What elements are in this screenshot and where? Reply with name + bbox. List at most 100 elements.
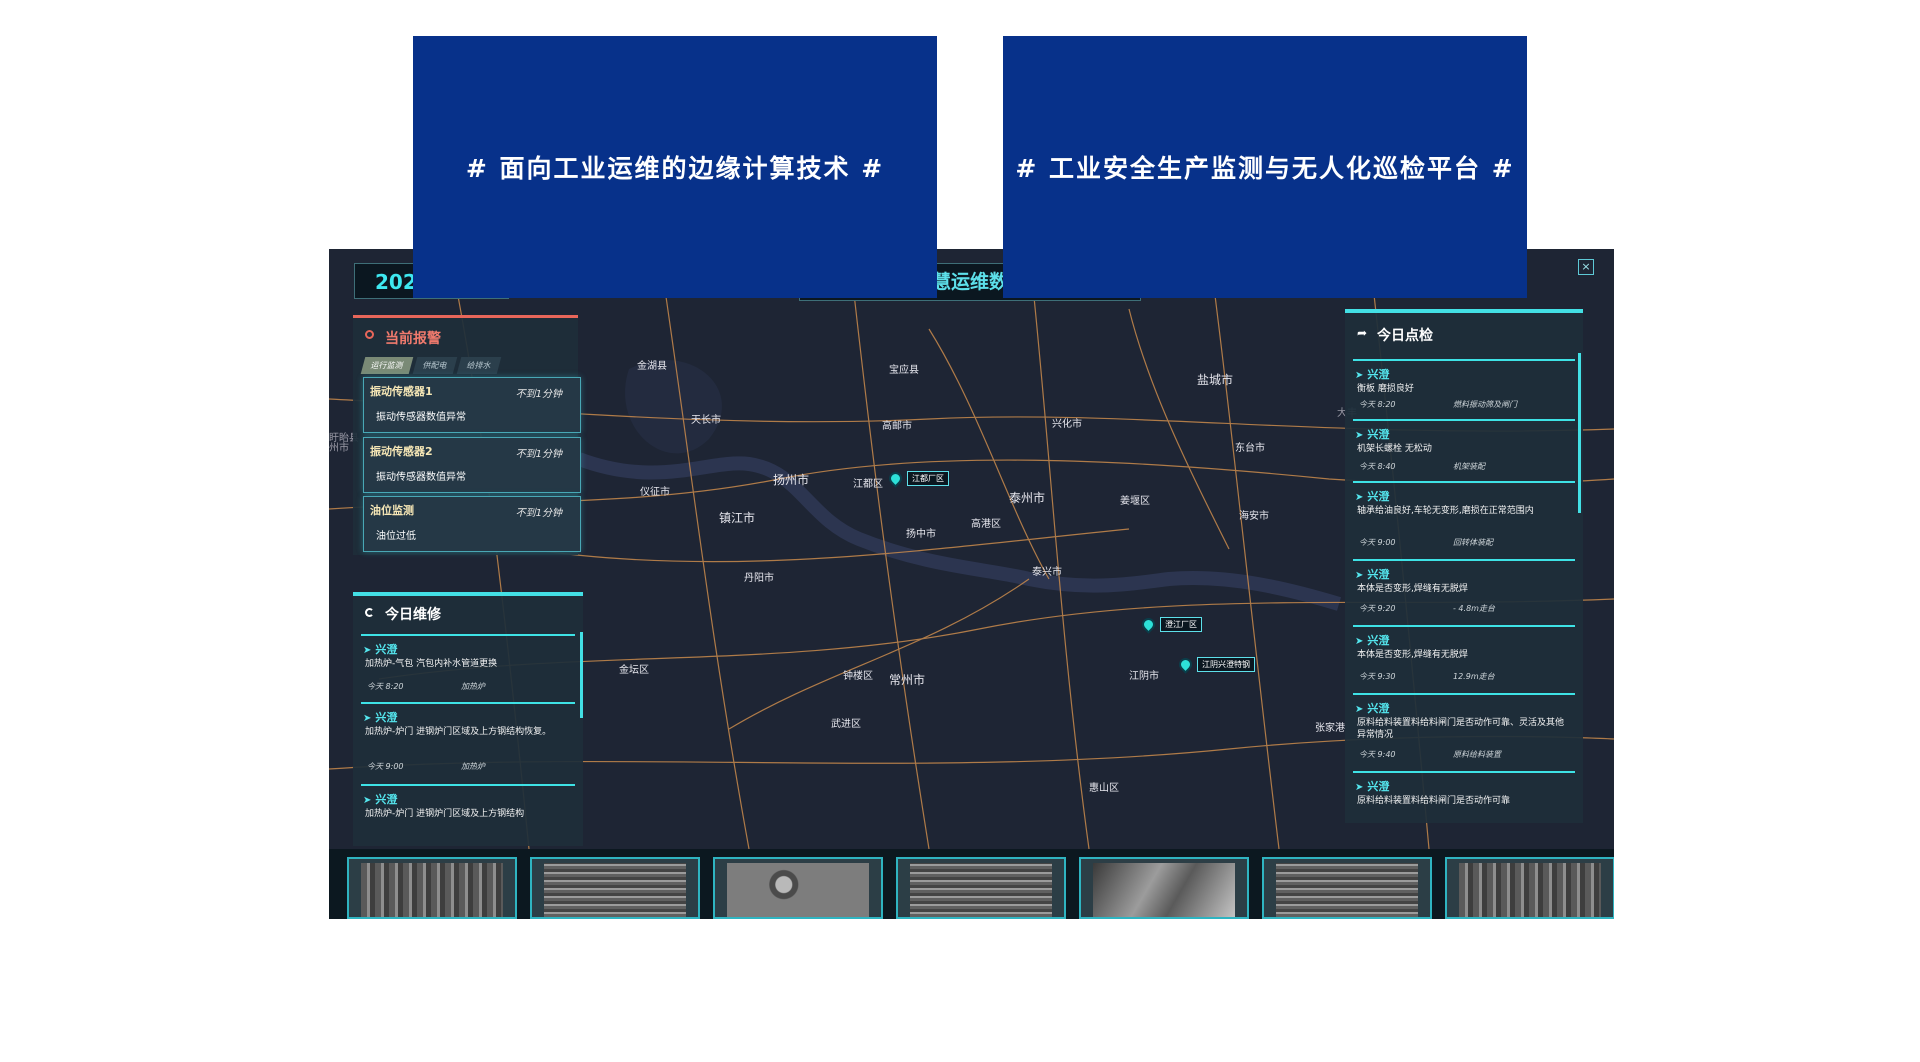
tab-operation-monitoring[interactable]: 运行监测 bbox=[360, 357, 414, 374]
inspection-time: 今天 9:30 bbox=[1359, 672, 1396, 681]
alarm-title: 振动传感器1 bbox=[370, 385, 433, 398]
map-label: 天长市 bbox=[691, 415, 721, 426]
map-label: 镇江市 bbox=[719, 511, 756, 525]
maintenance-desc: 加热炉-气包 汽包内补水管道更换 bbox=[365, 659, 498, 669]
map-pin[interactable]: 澄江厂区 bbox=[1139, 615, 1202, 634]
inspection-site: ➤ 兴澄 bbox=[1355, 368, 1390, 381]
inspection-site: ➤ 兴澄 bbox=[1355, 634, 1390, 647]
map-label: 江都区 bbox=[853, 479, 883, 490]
inspection-item[interactable]: ➤ 兴澄 机架长螺栓 无松动 今天 8:40 机架装配 bbox=[1353, 419, 1575, 479]
inspection-panel-title: 今日点检 bbox=[1377, 328, 1433, 344]
map-label: 武进区 bbox=[831, 719, 861, 730]
map-label: 泰兴市 bbox=[1032, 567, 1062, 578]
maintenance-item[interactable]: ➤ 兴澄 加热炉-炉门 进钢炉门区域及上方钢结构 bbox=[361, 784, 575, 846]
alarm-time: 不到1分钟 bbox=[515, 449, 562, 460]
maintenance-scrollbar[interactable] bbox=[580, 632, 583, 718]
inspection-time: 今天 8:20 bbox=[1359, 400, 1396, 409]
arrow-icon: ➤ bbox=[1355, 636, 1364, 647]
camera-feed-image bbox=[910, 863, 1052, 917]
inspection-item[interactable]: ➤ 兴澄本体是否变形,焊缝有无脱焊 今天 9:30 12.9m走台 bbox=[1353, 625, 1575, 689]
map-label: 宝应县 bbox=[889, 365, 919, 376]
inspection-scrollbar[interactable] bbox=[1578, 353, 1581, 513]
map-label: 东台市 bbox=[1235, 443, 1265, 454]
maintenance-item[interactable]: ➤ 兴澄 加热炉-炉门 进钢炉门区域及上方钢结构恢复。 今天 9:00 加热炉 bbox=[361, 702, 575, 780]
camera-thumbnail[interactable] bbox=[896, 857, 1066, 919]
maintenance-time: 今天 8:20 bbox=[367, 682, 404, 691]
map-label: 丹阳市 bbox=[744, 573, 774, 584]
alarm-card[interactable]: 油位监测 不到1分钟 油位过低 bbox=[363, 496, 581, 552]
alarm-icon bbox=[365, 330, 374, 339]
close-icon[interactable]: × bbox=[1578, 259, 1594, 275]
inspection-equipment: 燃料振动筛及闸门 bbox=[1453, 400, 1517, 409]
camera-thumbnail[interactable] bbox=[1079, 857, 1249, 919]
camera-feed-image bbox=[1276, 863, 1418, 917]
arrow-icon: ➤ bbox=[363, 795, 372, 806]
arrow-icon: ➤ bbox=[1355, 370, 1364, 381]
inspection-item[interactable]: ➤ 兴澄 原料给料装置料给料闸门是否动作可靠、灵活及其他异常情况 今天 9:40 原料给… bbox=[1353, 693, 1575, 767]
camera-thumbnail[interactable] bbox=[1262, 857, 1432, 919]
maintenance-panel: 今日维修 ➤ 兴澄 加热炉-气包 汽包内补水管道更换 今天 8:20 加热炉 ➤ 兴… bbox=[353, 592, 583, 846]
inspection-item[interactable]: ➤ 兴澄 衡板 磨损良好 今天 8:20 燃料振动筛及闸门 bbox=[1353, 359, 1575, 417]
banner-inspection-platform: # 工业安全生产监测与无人化巡检平台 # bbox=[1003, 36, 1527, 298]
alarm-card[interactable]: 振动传感器2 不到1分钟 振动传感器数值异常 bbox=[363, 437, 581, 493]
inspection-desc: 机架长螺栓 无松动 bbox=[1357, 444, 1432, 454]
pin-label: 澄江厂区 bbox=[1160, 617, 1202, 632]
arrow-icon: ➤ bbox=[1355, 430, 1364, 441]
arrow-icon: ➤ bbox=[363, 645, 372, 656]
map-pin[interactable]: 江都厂区 bbox=[886, 469, 949, 488]
camera-feed-image bbox=[544, 863, 686, 917]
maintenance-item[interactable]: ➤ 兴澄 加热炉-气包 汽包内补水管道更换 今天 8:20 加热炉 bbox=[361, 634, 575, 698]
location-pin-icon bbox=[1176, 655, 1195, 674]
camera-thumbnail[interactable] bbox=[347, 857, 517, 919]
pin-label: 江阴兴澄特钢 bbox=[1197, 657, 1255, 672]
banner-edge-computing: # 面向工业运维的边缘计算技术 # bbox=[413, 36, 937, 298]
alarm-desc: 振动传感器数值异常 bbox=[376, 412, 466, 423]
inspection-equipment: 12.9m走台 bbox=[1453, 672, 1495, 681]
map-label: 金湖县 bbox=[637, 361, 667, 372]
camera-feed-image bbox=[1093, 863, 1235, 917]
tab-power-distribution[interactable]: 供配电 bbox=[412, 357, 458, 374]
inspection-desc: 轴承给油良好,车轮无变形,磨损在正常范围内 bbox=[1357, 506, 1534, 516]
map-label: 金坛区 bbox=[619, 665, 649, 676]
camera-feed-image bbox=[727, 863, 869, 917]
map-label: 高邮市 bbox=[882, 421, 912, 432]
inspection-time: 今天 9:20 bbox=[1359, 604, 1396, 613]
maintenance-panel-title: 今日维修 bbox=[385, 607, 441, 623]
share-arrow-icon: ➦ bbox=[1357, 326, 1368, 340]
map-label: 姜堰区 bbox=[1120, 496, 1150, 507]
inspection-desc: 本体是否变形,焊缝有无脱焊 bbox=[1357, 650, 1468, 660]
alarm-panel-title: 当前报警 bbox=[385, 331, 441, 347]
map-label: 海安市 bbox=[1239, 511, 1269, 522]
arrow-icon: ➤ bbox=[1355, 492, 1364, 503]
arrow-icon: ➤ bbox=[363, 713, 372, 724]
arrow-icon: ➤ bbox=[1355, 704, 1364, 715]
alarm-panel: 当前报警 运行监测 供配电 给排水 振动传感器1 不到1分钟 振动传感器数值异常… bbox=[353, 315, 581, 555]
inspection-desc: 原料给料装置料给料闸门是否动作可靠、灵活及其他异常情况 bbox=[1357, 718, 1565, 740]
inspection-equipment: - 4.8m走台 bbox=[1453, 604, 1495, 613]
camera-strip bbox=[329, 849, 1614, 919]
arrow-icon: ➤ bbox=[1355, 782, 1364, 793]
inspection-item[interactable]: ➤ 兴澄 本体是否变形,焊缝有无脱焊 今天 9:20 - 4.8m走台 bbox=[1353, 559, 1575, 621]
map-label: 扬中市 bbox=[906, 529, 936, 540]
map-label: 江阴市 bbox=[1129, 671, 1159, 682]
map-label: 张家港 bbox=[1315, 723, 1345, 734]
inspection-equipment: 原料给料装置 bbox=[1453, 750, 1501, 759]
inspection-time: 今天 8:40 bbox=[1359, 462, 1396, 471]
inspection-site: ➤ 兴澄 bbox=[1355, 568, 1390, 581]
maintenance-desc: 加热炉-炉门 进钢炉门区域及上方钢结构恢复。 bbox=[365, 727, 552, 737]
alarm-card[interactable]: 振动传感器1 不到1分钟 振动传感器数值异常 bbox=[363, 377, 581, 433]
tab-water-supply[interactable]: 给排水 bbox=[456, 357, 502, 374]
camera-thumbnail[interactable] bbox=[713, 857, 883, 919]
inspection-item[interactable]: ➤ 兴澄 轴承给油良好,车轮无变形,磨损在正常范围内 今天 9:00 回转体装配 bbox=[1353, 481, 1575, 555]
arrow-icon: ➤ bbox=[1355, 570, 1364, 581]
inspection-item[interactable]: ➤ 兴澄 原料给料装置料给料闸门是否动作可靠 bbox=[1353, 771, 1575, 823]
camera-thumbnail[interactable] bbox=[530, 857, 700, 919]
map-label: 仪征市 bbox=[640, 487, 670, 498]
alarm-title: 油位监测 bbox=[370, 504, 414, 517]
inspection-desc: 原料给料装置料给料闸门是否动作可靠 bbox=[1357, 796, 1511, 806]
maintenance-desc: 加热炉-炉门 进钢炉门区域及上方钢结构 bbox=[365, 809, 525, 819]
pin-label: 江都厂区 bbox=[907, 471, 949, 486]
camera-thumbnail[interactable] bbox=[1445, 857, 1614, 919]
map-pin[interactable]: 江阴兴澄特钢 bbox=[1176, 655, 1255, 674]
maintenance-equipment: 加热炉 bbox=[461, 762, 485, 771]
